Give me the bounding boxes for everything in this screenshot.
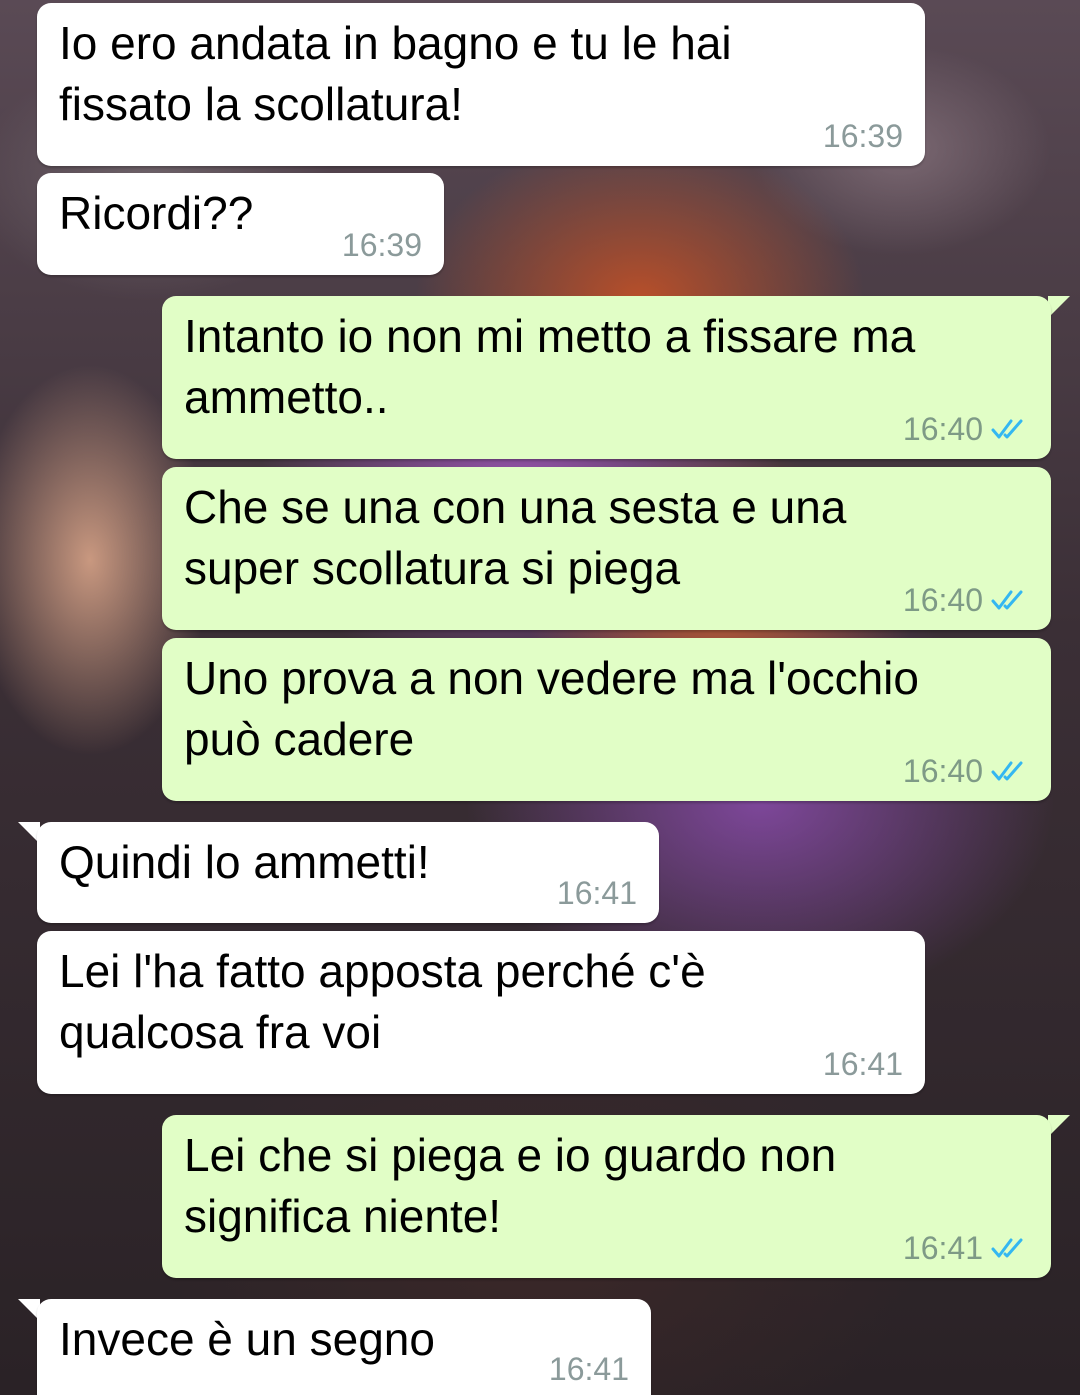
message-meta: 16:40 — [903, 411, 1029, 447]
message-text: Invece è un segno — [59, 1313, 435, 1365]
message-text: Lei che si piega e io guardo non signifi… — [184, 1129, 837, 1242]
message-text: Lei l'ha fatto apposta perché c'è qualco… — [59, 945, 706, 1058]
message-time: 16:40 — [902, 582, 983, 618]
message-meta: 16:40 — [903, 582, 1029, 618]
double-check-icon — [991, 590, 1023, 610]
message-bubble-incoming[interactable]: Invece è un segno 16:41 — [37, 1299, 651, 1395]
message-text: Uno prova a non vedere ma l'occhio può c… — [184, 652, 919, 765]
message-time: 16:41 — [548, 1351, 629, 1387]
message-bubble-outgoing[interactable]: Lei che si piega e io guardo non signifi… — [162, 1115, 1051, 1278]
message-meta: 16:40 — [903, 753, 1029, 789]
message-time: 16:40 — [902, 753, 983, 789]
message-bubble-incoming[interactable]: Lei l'ha fatto apposta perché c'è qualco… — [37, 931, 925, 1094]
message-text: Io ero andata in bagno e tu le hai fissa… — [59, 17, 732, 130]
message-meta: 16:41 — [549, 1351, 629, 1387]
double-check-icon — [991, 761, 1023, 781]
message-bubble-outgoing[interactable]: Che se una con una sesta e una super sco… — [162, 467, 1051, 630]
message-time: 16:39 — [822, 118, 903, 154]
message-bubble-incoming[interactable]: Quindi lo ammetti! 16:41 — [37, 822, 659, 923]
message-meta: 16:39 — [823, 118, 903, 154]
double-check-icon — [991, 1238, 1023, 1258]
message-meta: 16:41 — [557, 875, 637, 911]
message-time: 16:41 — [822, 1046, 903, 1082]
message-time: 16:41 — [902, 1230, 983, 1266]
message-bubble-incoming[interactable]: Io ero andata in bagno e tu le hai fissa… — [37, 3, 925, 166]
message-text: Quindi lo ammetti! — [59, 836, 430, 888]
message-text: Che se una con una sesta e una super sco… — [184, 481, 847, 594]
message-bubble-outgoing[interactable]: Uno prova a non vedere ma l'occhio può c… — [162, 638, 1051, 801]
message-bubble-incoming[interactable]: Ricordi?? 16:39 — [37, 173, 444, 275]
message-time: 16:40 — [902, 411, 983, 447]
chat-message-list[interactable]: Io ero andata in bagno e tu le hai fissa… — [0, 0, 1080, 1395]
message-bubble-outgoing[interactable]: Intanto io non mi metto a fissare ma amm… — [162, 296, 1051, 459]
message-time: 16:41 — [556, 875, 637, 911]
message-time: 16:39 — [341, 227, 422, 263]
message-text: Intanto io non mi metto a fissare ma amm… — [184, 310, 916, 423]
message-meta: 16:39 — [342, 227, 422, 263]
double-check-icon — [991, 419, 1023, 439]
message-meta: 16:41 — [823, 1046, 903, 1082]
bubble-tail — [1048, 1115, 1070, 1137]
bubble-tail — [1048, 296, 1070, 318]
message-meta: 16:41 — [903, 1230, 1029, 1266]
